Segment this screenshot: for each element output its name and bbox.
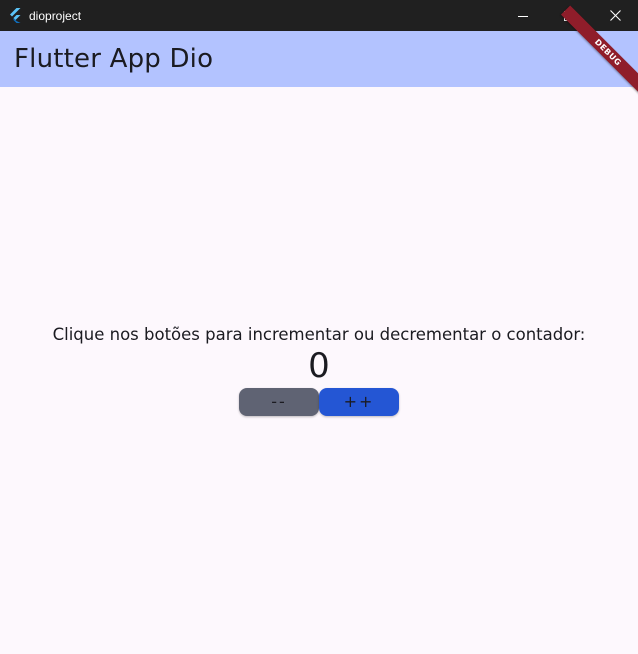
minimize-icon [518, 6, 528, 25]
increment-button[interactable]: ++ [319, 387, 399, 416]
window-title: dioproject [29, 8, 82, 23]
app-bar: Flutter App Dio [0, 31, 638, 87]
decrement-button[interactable]: -- [239, 387, 319, 416]
flutter-logo-icon [7, 8, 23, 24]
window-title-bar[interactable]: dioproject [0, 0, 638, 31]
app-bar-title: Flutter App Dio [14, 44, 214, 74]
main-content: Clique nos botões para incrementar ou de… [0, 87, 638, 654]
instruction-text: Clique nos botões para incrementar ou de… [52, 324, 586, 344]
app-window: dioproject Flutter App Dio DEBUG Clique … [0, 0, 638, 654]
close-button[interactable] [592, 0, 638, 31]
minimize-button[interactable] [500, 0, 546, 31]
counter-value: 0 [308, 345, 330, 386]
close-icon [609, 6, 621, 25]
counter-buttons: -- ++ [239, 387, 399, 416]
